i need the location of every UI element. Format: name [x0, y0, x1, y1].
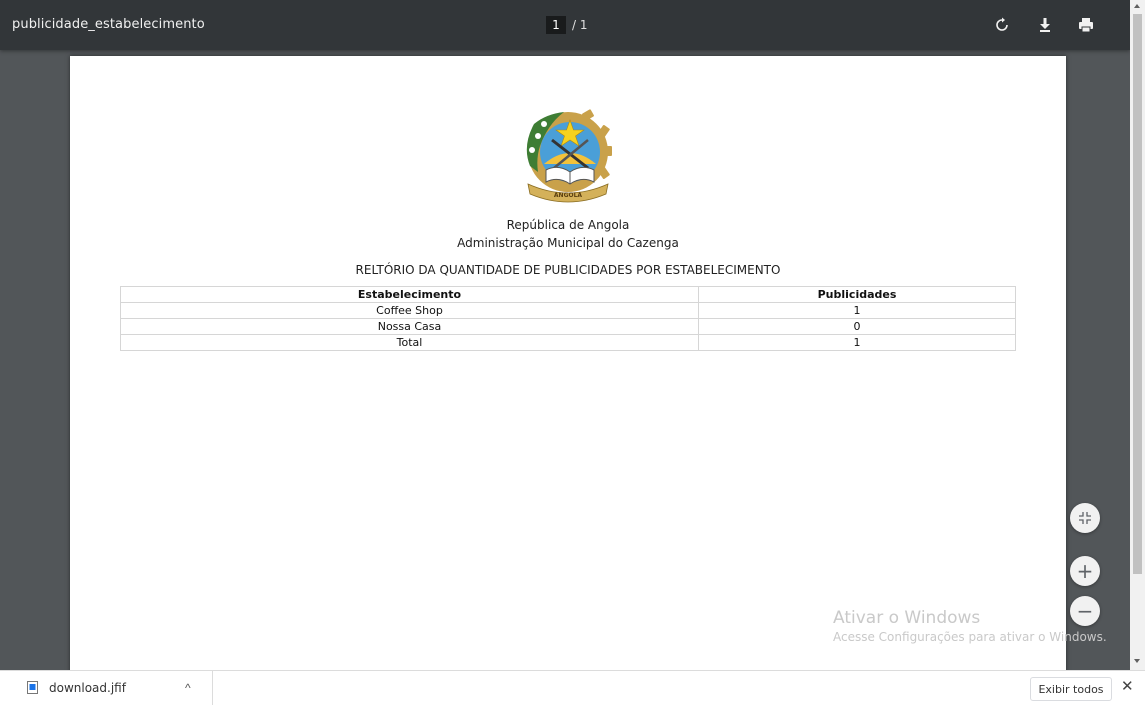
table-row: Nossa Casa 0: [120, 318, 1016, 335]
angola-emblem: ANGOLA: [526, 109, 612, 203]
download-file-name: download.jfif: [49, 681, 126, 695]
image-file-icon: [27, 681, 38, 694]
administration-heading: Administração Municipal do Cazenga: [457, 236, 679, 250]
fit-to-page-button[interactable]: [1070, 503, 1100, 533]
chevron-up-icon[interactable]: ^: [185, 681, 191, 695]
show-all-button[interactable]: Exibir todos: [1030, 677, 1112, 701]
cell-count: 0: [698, 318, 1016, 335]
print-button[interactable]: [1074, 13, 1098, 37]
table-row-total: Total 1: [120, 334, 1016, 351]
zoom-in-button[interactable]: +: [1070, 556, 1100, 586]
header-publicidades: Publicidades: [698, 286, 1016, 303]
cell-establishment: Coffee Shop: [120, 302, 699, 319]
download-item[interactable]: download.jfif ^: [0, 671, 213, 705]
close-icon[interactable]: ✕: [1121, 677, 1134, 695]
download-bar: download.jfif ^ Exibir todos ✕: [0, 670, 1145, 705]
scroll-up-arrow-icon[interactable]: [1134, 4, 1140, 8]
vertical-scrollbar[interactable]: [1130, 0, 1145, 670]
cell-count: 1: [698, 334, 1016, 351]
rotate-button[interactable]: [990, 13, 1014, 37]
windows-activation-title: Ativar o Windows: [833, 608, 981, 628]
table-header-row: Estabelecimento Publicidades: [120, 286, 1016, 303]
fit-to-page-icon: [1079, 512, 1091, 524]
download-button[interactable]: [1033, 13, 1057, 37]
republic-heading: República de Angola: [506, 218, 630, 232]
page-number-input[interactable]: [546, 16, 566, 34]
scrollbar-thumb[interactable]: [1133, 14, 1142, 574]
print-icon: [1079, 18, 1093, 33]
report-title: RELTÓRIO DA QUANTIDADE DE PUBLICIDADES P…: [355, 263, 781, 277]
zoom-out-button[interactable]: −: [1070, 596, 1100, 626]
page-count: / 1: [572, 18, 588, 32]
windows-activation-subtitle: Acesse Configurações para ativar o Windo…: [833, 630, 1107, 644]
scroll-down-arrow-icon[interactable]: [1134, 659, 1140, 663]
report-table: Estabelecimento Publicidades Coffee Shop…: [120, 286, 1016, 351]
table-row: Coffee Shop 1: [120, 302, 1016, 319]
emblem-ribbon-text: ANGOLA: [554, 192, 583, 199]
header-estabelecimento: Estabelecimento: [120, 286, 699, 303]
pdf-viewer[interactable]: ANGOLA República de Angola Administração…: [0, 50, 1130, 670]
pdf-page: ANGOLA República de Angola Administração…: [70, 56, 1066, 670]
cell-establishment: Total: [120, 334, 699, 351]
cell-count: 1: [698, 302, 1016, 319]
cell-establishment: Nossa Casa: [120, 318, 699, 335]
page-selector: / 1: [546, 15, 588, 35]
rotate-icon: [996, 17, 1008, 31]
pdf-toolbar: publicidade_estabelecimento / 1: [0, 0, 1130, 50]
download-icon: [1040, 18, 1050, 32]
document-title: publicidade_estabelecimento: [12, 17, 205, 32]
